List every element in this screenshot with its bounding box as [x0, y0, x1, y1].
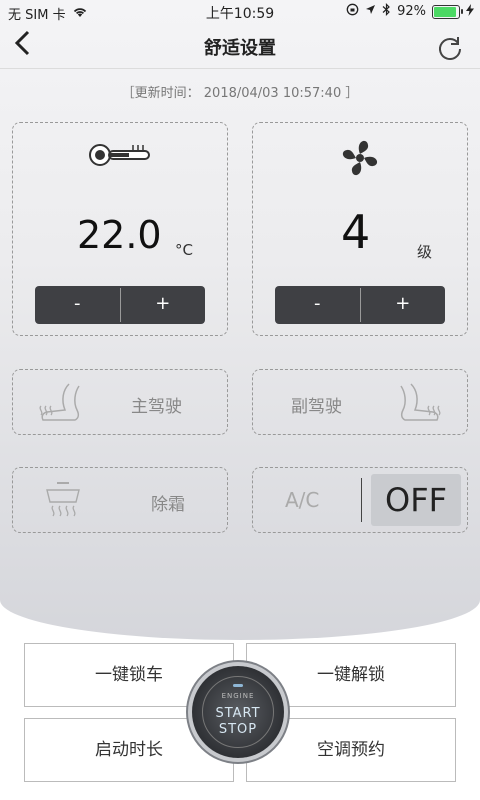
nav-divider: [0, 68, 480, 69]
engine-stop-label: STOP: [218, 722, 258, 737]
fan-increase-button[interactable]: +: [361, 286, 446, 324]
page-title: 舒适设置: [204, 38, 276, 59]
fan-icon: [337, 135, 383, 185]
rear-defrost-icon: [43, 480, 83, 524]
temperature-unit: °C: [175, 241, 193, 259]
ac-toggle[interactable]: A/C OFF: [252, 467, 468, 533]
charging-icon: [466, 3, 474, 20]
bluetooth-icon: [382, 3, 391, 20]
nav-bar: 舒适设置: [0, 28, 480, 68]
ac-state-badge[interactable]: OFF: [371, 474, 461, 526]
thermometer-icon: [87, 141, 153, 173]
defrost-label: 除霜: [151, 495, 185, 515]
fan-level-unit: 级: [417, 243, 433, 261]
passenger-seat-heat-button[interactable]: 副驾驶: [252, 369, 468, 435]
defrost-button[interactable]: 除霜: [12, 467, 228, 533]
passenger-seat-label: 副驾驶: [291, 397, 342, 417]
engine-caption: ENGINE: [221, 692, 255, 700]
engine-start-label: START: [215, 706, 261, 721]
temperature-card: 22.0 °C - +: [12, 122, 228, 336]
status-bar: 无 SIM 卡 上午10:59 92%: [0, 0, 480, 24]
temperature-increase-button[interactable]: +: [121, 286, 206, 324]
temperature-value: 22.0: [77, 213, 162, 257]
heated-seat-icon: [35, 380, 85, 426]
ac-label: A/C: [285, 488, 320, 512]
fan-level-value: 4: [341, 205, 371, 259]
temperature-decrease-button[interactable]: -: [35, 286, 120, 324]
fan-card: 4 级 - +: [252, 122, 468, 336]
engine-indicator: [233, 684, 243, 687]
update-time: ［更新时间： 2018/04/03 10:57:40 ］: [121, 86, 359, 101]
lock-rotation-icon: [346, 3, 359, 20]
driver-seat-label: 主驾驶: [131, 397, 182, 417]
fan-stepper: - +: [275, 286, 445, 324]
ac-divider: [361, 478, 362, 522]
refresh-icon[interactable]: [436, 34, 464, 62]
battery-icon: [432, 4, 463, 19]
driver-seat-heat-button[interactable]: 主驾驶: [12, 369, 228, 435]
heated-seat-icon: [395, 380, 445, 426]
status-right: 92%: [346, 3, 474, 20]
location-icon: [365, 4, 376, 20]
temperature-stepper: - +: [35, 286, 205, 324]
battery-percent: 92%: [397, 4, 426, 19]
engine-start-stop-button[interactable]: ENGINE START STOP: [192, 666, 284, 758]
fan-decrease-button[interactable]: -: [275, 286, 360, 324]
